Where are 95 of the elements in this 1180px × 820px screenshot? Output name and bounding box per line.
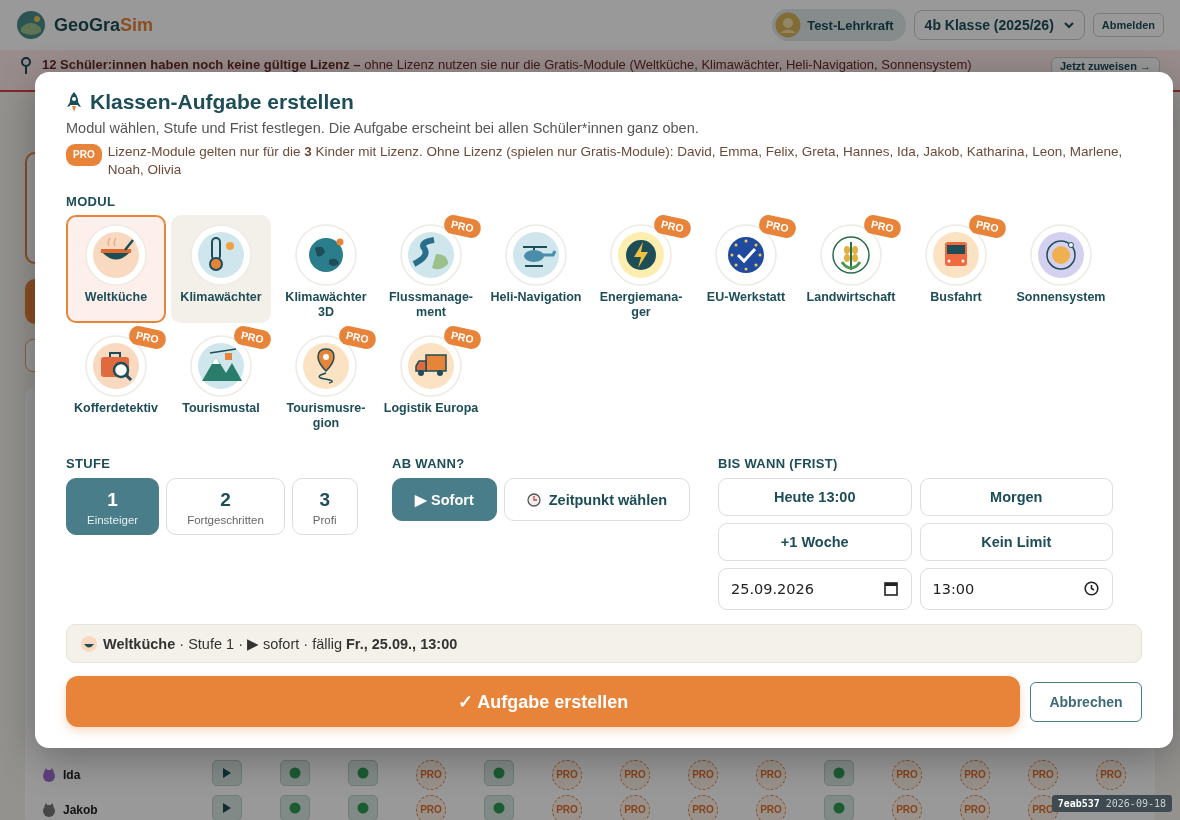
module-tile[interactable]: Flussmanage-ment PRO <box>381 215 481 323</box>
section-label: STUFE <box>66 456 112 471</box>
bowl-icon <box>81 635 97 652</box>
dot-icon <box>289 801 301 814</box>
pro-cell: PRO <box>688 759 718 790</box>
level-button[interactable]: 1 Einsteiger <box>66 478 160 535</box>
dialog-title: Klassen-Aufgabe erstellen <box>90 90 354 114</box>
deadline-button[interactable]: Morgen <box>919 478 1113 516</box>
dot-icon <box>493 766 505 779</box>
planet-icon <box>1030 224 1092 286</box>
time-field[interactable]: 13:00 <box>919 568 1113 610</box>
module-tile[interactable]: Sonnensystem <box>1011 215 1111 323</box>
pro-tag: PRO <box>127 324 168 351</box>
pro-tag: PRO <box>862 213 903 240</box>
thermometer-icon <box>190 224 252 286</box>
user-chip[interactable]: Test-Lehrkraft <box>772 9 906 41</box>
logout-button[interactable]: Abmelden <box>1092 13 1164 37</box>
pro-cell: PRO <box>1096 759 1126 790</box>
play-button[interactable] <box>212 759 242 786</box>
deadline-button[interactable]: +1 Woche <box>718 523 912 561</box>
pro-tag: PRO <box>757 213 798 240</box>
pro-tag: PRO <box>442 324 483 351</box>
summary-text: Weltküche · Stufe 1 · ▶ sofort · fällig Fr., 25.09., 13:00 <box>103 635 458 652</box>
module-tile[interactable]: Klimawächter 3D <box>276 215 376 323</box>
dot-icon <box>357 766 369 779</box>
deadline-button[interactable]: Heute 13:00 <box>718 478 912 516</box>
globe-icon <box>295 224 357 286</box>
rocket-icon <box>66 91 82 113</box>
module-tile[interactable]: Energiemana-ger PRO <box>591 215 691 323</box>
pro-cell: PRO <box>552 794 582 820</box>
pro-tag: PRO <box>652 213 693 240</box>
cancel-button[interactable]: Abbrechen <box>1030 681 1142 722</box>
start-button[interactable]: Zeitpunkt wählen <box>503 478 691 521</box>
module-tile[interactable]: Klimawächter <box>171 215 271 323</box>
pro-cell: PRO <box>688 794 718 820</box>
license-note: Lizenz-Module gelten nur für die 3 Kinder mit Lizenz. Ohne Lizenz (spielen nur Gratis-Module): David, Emma, Felix, Greta, Hannes, Ida, Jakob, Katharina, Leon, Marlene, Noah, Olivia <box>107 143 1124 179</box>
calendar-icon <box>883 581 898 596</box>
module-tile[interactable]: Kofferdetektiv PRO <box>66 326 166 434</box>
pro-cell: PRO <box>892 794 922 820</box>
pro-cell: PRO <box>960 794 990 820</box>
section-label: MODUL <box>66 194 117 209</box>
pro-tag: PRO <box>967 213 1008 240</box>
level-button[interactable]: 3 Profi <box>291 478 358 535</box>
avatar-icon <box>775 12 802 38</box>
pro-tag: PRO <box>337 324 378 351</box>
date-field[interactable]: 25.09.2026 <box>718 568 912 610</box>
module-tile[interactable]: Logistik Europa PRO <box>381 326 481 434</box>
pro-tag: PRO <box>442 213 483 240</box>
animal-icon <box>41 801 57 818</box>
dot-icon <box>289 766 301 779</box>
module-tile[interactable]: Weltküche <box>66 215 166 323</box>
module-tile[interactable]: EU-Werkstatt PRO <box>696 215 796 323</box>
dialog-subtitle: Modul wählen, Stufe und Frist festlegen. Die Aufgabe erscheint bei allen Schüler*innen ganz oben. <box>66 120 700 136</box>
play-icon <box>222 766 232 779</box>
pro-cell: PRO <box>552 759 582 790</box>
module-tile[interactable]: Tourismustal PRO <box>171 326 271 434</box>
dot-icon <box>357 801 369 814</box>
module-tile[interactable]: Heli-Navigation <box>486 215 586 323</box>
pro-cell: PRO <box>960 759 990 790</box>
pro-cell: PRO <box>756 794 786 820</box>
pro-cell: PRO <box>620 794 650 820</box>
pro-cell: PRO <box>416 759 446 790</box>
play-button[interactable] <box>212 794 242 820</box>
clock-icon <box>526 492 541 507</box>
license-warning: 12 Schüler:innen haben noch keine gültige Lizenz – ohne Lizenz nutzen sie nur die Gratis-Module (Weltküche, Klimawächter, Heli-Navigation, Sonnensystem) <box>42 57 973 72</box>
bowl-icon <box>85 224 147 286</box>
app-logo: GeoGraSim <box>54 14 154 36</box>
student-name: Jakob <box>63 802 98 817</box>
pin-icon <box>20 57 32 75</box>
level-button[interactable]: 2 Fortgeschritten <box>166 478 285 535</box>
student-name: Ida <box>63 767 81 782</box>
section-label: AB WANN? <box>392 456 466 471</box>
chevron-icon <box>1063 21 1074 29</box>
deadline-button[interactable]: Kein Limit <box>919 523 1113 561</box>
pro-cell: PRO <box>892 759 922 790</box>
dot-icon <box>833 801 845 814</box>
class-select[interactable]: 4b Klasse (2025/26) <box>913 10 1085 40</box>
pro-cell: PRO <box>756 759 786 790</box>
pro-cell: PRO <box>620 759 650 790</box>
dot-icon <box>493 801 505 814</box>
helicopter-icon <box>505 224 567 286</box>
dot-icon <box>833 766 845 779</box>
start-button[interactable]: ▶ Sofort <box>392 478 497 521</box>
module-tile[interactable]: Tourismusre-gion PRO <box>276 326 376 434</box>
pro-cell: PRO <box>1028 759 1058 790</box>
pro-tag: PRO <box>66 144 102 166</box>
section-label: BIS WANN (FRIST) <box>718 456 839 471</box>
pro-cell: PRO <box>416 794 446 820</box>
animal-icon <box>41 766 57 783</box>
pro-tag: PRO <box>232 324 273 351</box>
module-tile[interactable]: Landwirtschaft PRO <box>801 215 901 323</box>
play-icon <box>222 801 232 814</box>
module-tile[interactable]: Busfahrt PRO <box>906 215 1006 323</box>
clock-icon <box>1084 581 1099 596</box>
logo-icon <box>16 10 46 40</box>
